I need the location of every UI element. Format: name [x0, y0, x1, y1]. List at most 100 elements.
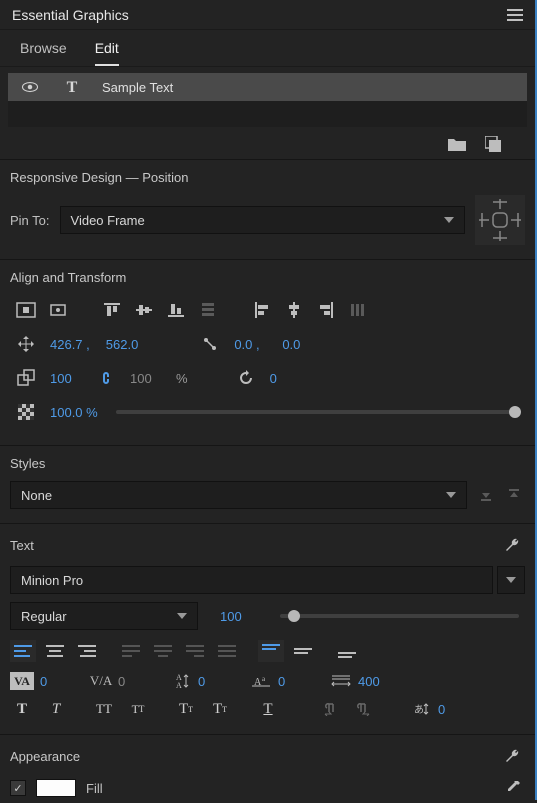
fill-color-swatch[interactable] [36, 779, 76, 797]
tsume-value[interactable]: 0 [434, 702, 454, 717]
all-caps-button[interactable]: TT [92, 698, 116, 720]
small-caps-button[interactable]: TT [126, 698, 150, 720]
distribute-v-icon [196, 299, 220, 321]
font-weight-value: Regular [21, 609, 67, 624]
panel-menu-button[interactable] [507, 9, 523, 21]
font-family-select[interactable]: Minion Pro [10, 566, 493, 594]
layer-name[interactable]: Sample Text [102, 80, 173, 95]
anchor-y[interactable]: 0.0 [278, 337, 318, 352]
font-family-value: Minion Pro [21, 573, 83, 588]
scale-height: 100 [126, 371, 166, 386]
text-settings-wrench-icon[interactable] [501, 534, 525, 556]
appearance-title: Appearance [10, 749, 80, 764]
superscript-button[interactable]: TT [174, 698, 198, 720]
style-push-down-icon[interactable] [475, 484, 497, 506]
layer-item[interactable]: T Sample Text [8, 73, 527, 101]
align-right-icon[interactable] [314, 299, 338, 321]
chevron-down-icon [177, 613, 187, 619]
panel-title: Essential Graphics [12, 7, 129, 23]
style-push-up-icon[interactable] [503, 484, 525, 506]
pin-target-widget[interactable] [475, 195, 525, 245]
appearance-section: Appearance ✓ Fill [0, 734, 535, 803]
link-scale-icon[interactable] [94, 367, 118, 389]
baseline-shift-icon: Aa [250, 670, 272, 692]
responsive-title: Responsive Design — Position [10, 170, 525, 185]
scale-width[interactable]: 100 [46, 371, 86, 386]
align-transform-title: Align and Transform [10, 270, 525, 285]
position-y[interactable]: 562.0 [102, 337, 143, 352]
styles-title: Styles [10, 456, 525, 471]
faux-italic-button[interactable]: T [44, 698, 68, 720]
tracking-value[interactable]: 0 [36, 674, 56, 689]
styles-section: Styles None [0, 445, 535, 523]
opacity-slider[interactable] [116, 410, 515, 414]
font-dropdown-button[interactable] [497, 566, 525, 594]
align-to-selection-icon[interactable] [46, 299, 70, 321]
chevron-down-icon [444, 217, 454, 223]
distribute-h-icon [346, 299, 370, 321]
opacity-icon [14, 401, 38, 423]
fill-checkbox[interactable]: ✓ [10, 780, 26, 796]
align-hcenter-icon[interactable] [282, 299, 306, 321]
faux-bold-button[interactable]: T [10, 698, 34, 720]
pin-to-label: Pin To: [10, 213, 50, 228]
justify-last-left-icon [118, 640, 144, 662]
justify-all-icon [214, 640, 240, 662]
responsive-design-section: Responsive Design — Position Pin To: Vid… [0, 159, 535, 259]
align-to-frame-icon[interactable] [14, 299, 38, 321]
chevron-down-icon [506, 577, 516, 583]
svg-text:a: a [262, 675, 266, 683]
new-layer-icon[interactable] [481, 133, 505, 155]
text-section: Text Minion Pro Regular 100 [0, 523, 535, 734]
font-size-value[interactable]: 100 [216, 609, 256, 624]
text-layer-icon: T [60, 76, 84, 98]
new-folder-icon[interactable] [445, 133, 469, 155]
baseline-value[interactable]: 0 [274, 674, 294, 689]
svg-text:あ: あ [414, 704, 424, 716]
justify-last-center-icon [150, 640, 176, 662]
opacity-value[interactable]: 100.0 % [46, 405, 102, 420]
slider-knob-icon[interactable] [509, 406, 521, 418]
vertical-align-middle-icon[interactable] [290, 640, 316, 662]
tab-edit[interactable]: Edit [95, 40, 119, 66]
position-x[interactable]: 426.7 , [46, 337, 94, 352]
rtl-text-icon[interactable] [352, 698, 374, 720]
vertical-align-bottom-icon[interactable] [334, 640, 360, 662]
ltr-text-icon[interactable] [320, 698, 342, 720]
align-left-icon[interactable] [250, 299, 274, 321]
text-align-right-icon[interactable] [74, 640, 100, 662]
font-weight-select[interactable]: Regular [10, 602, 198, 630]
tsume-icon: あ [410, 698, 432, 720]
styles-value: None [21, 488, 52, 503]
eyedropper-icon[interactable] [501, 777, 525, 799]
styles-select[interactable]: None [10, 481, 467, 509]
tab-browse[interactable]: Browse [20, 40, 67, 66]
rotation-icon [234, 367, 258, 389]
appearance-settings-wrench-icon[interactable] [501, 745, 525, 767]
subscript-button[interactable]: TT [208, 698, 232, 720]
align-vcenter-icon[interactable] [132, 299, 156, 321]
layer-list-area[interactable] [8, 101, 527, 127]
visibility-eye-icon[interactable] [18, 76, 42, 98]
vertical-align-top-icon[interactable] [258, 640, 284, 662]
kerning-value[interactable]: 0 [114, 674, 134, 689]
underline-button[interactable]: T [256, 698, 280, 720]
text-align-center-icon[interactable] [42, 640, 68, 662]
anchor-x[interactable]: 0.0 , [230, 337, 270, 352]
fill-label: Fill [86, 781, 103, 796]
align-top-icon[interactable] [100, 299, 124, 321]
text-width-value[interactable]: 400 [354, 674, 384, 689]
rotation-value[interactable]: 0 [266, 371, 306, 386]
text-width-icon [330, 670, 352, 692]
kerning-icon: V/A [90, 670, 112, 692]
align-bottom-icon[interactable] [164, 299, 188, 321]
text-align-left-icon[interactable] [10, 640, 36, 662]
pin-to-select[interactable]: Video Frame [60, 206, 465, 234]
leading-value[interactable]: 0 [194, 674, 214, 689]
font-size-slider[interactable] [280, 614, 519, 618]
justify-last-right-icon [182, 640, 208, 662]
chevron-down-icon [446, 492, 456, 498]
anchor-point-icon [198, 333, 222, 355]
leading-icon: AA [170, 670, 192, 692]
slider-knob-icon[interactable] [288, 610, 300, 622]
